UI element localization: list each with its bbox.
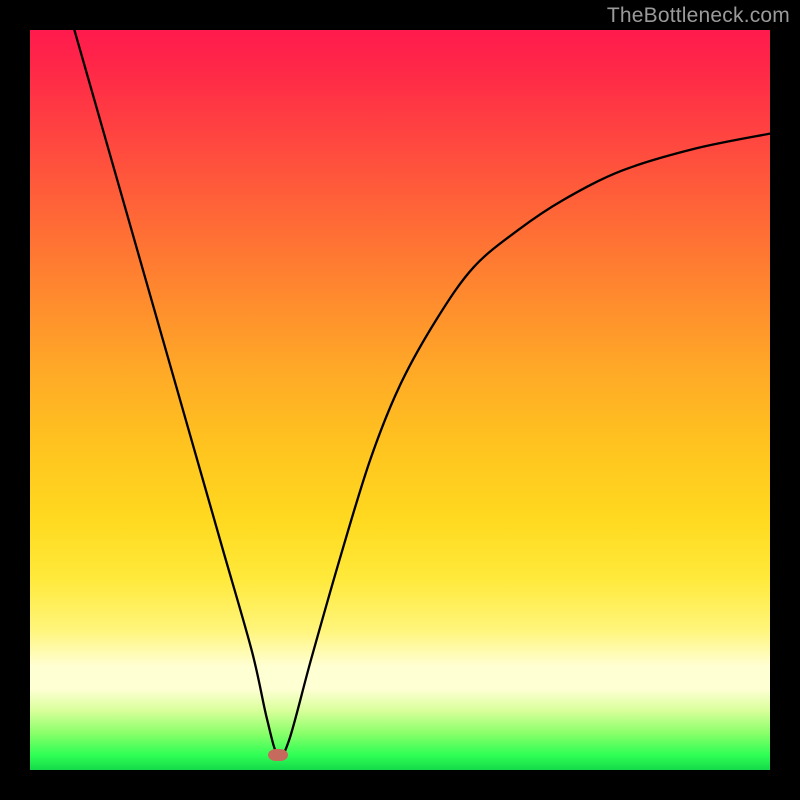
watermark-text: TheBottleneck.com xyxy=(607,4,790,28)
bottleneck-curve xyxy=(74,30,770,757)
curve-svg xyxy=(30,30,770,770)
chart-frame: TheBottleneck.com xyxy=(0,0,800,800)
minimum-marker xyxy=(268,749,288,761)
plot-area xyxy=(30,30,770,770)
